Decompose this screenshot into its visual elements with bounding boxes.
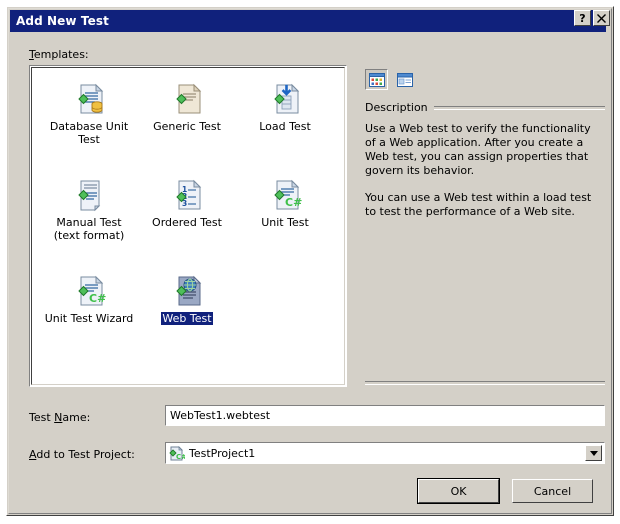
- template-item-unit-test[interactable]: C# Unit Test: [236, 172, 334, 268]
- test-project-label-after: dd to Test Project:: [36, 448, 135, 461]
- test-name-label-before: Test: [29, 411, 55, 424]
- templates-label: Templates:: [29, 48, 89, 61]
- csharp-project-icon: C#: [169, 446, 185, 461]
- titlebar[interactable]: Add New Test: [10, 10, 606, 32]
- template-item-load-test[interactable]: Load Test: [236, 76, 334, 172]
- template-label: Unit Test: [261, 216, 309, 229]
- database-unit-test-icon: [72, 82, 106, 116]
- test-name-input[interactable]: [165, 405, 605, 426]
- ordered-test-icon: 1 2 3: [170, 178, 204, 212]
- chevron-down-glyph: [589, 450, 598, 456]
- svg-text:C#: C#: [176, 453, 185, 461]
- list-view-icon: [396, 72, 413, 87]
- template-label: Load Test: [259, 120, 311, 133]
- description-paragraph-2: You can use a Web test within a load tes…: [365, 191, 592, 218]
- template-label: Manual Test (text format): [53, 216, 125, 242]
- template-item-manual-test[interactable]: Manual Test (text format): [40, 172, 138, 268]
- template-label: Web Test: [161, 312, 213, 325]
- templates-label-rest: emplates:: [33, 48, 89, 61]
- template-label: Database Unit Test: [49, 120, 129, 146]
- template-item-web-test[interactable]: Web Test: [138, 268, 236, 364]
- large-icons-icon: [368, 72, 385, 87]
- svg-text:C#: C#: [285, 196, 302, 209]
- close-glyph: [597, 13, 606, 23]
- test-project-label: Add to Test Project:: [29, 448, 135, 461]
- close-icon[interactable]: [593, 10, 610, 26]
- description-panel: Description Use a Web test to verify the…: [365, 65, 605, 383]
- manual-test-icon: [72, 178, 106, 212]
- description-paragraph-1: Use a Web test to verify the functionali…: [365, 122, 591, 177]
- test-name-label-after: ame:: [62, 411, 91, 424]
- generic-test-icon: [170, 82, 204, 116]
- chevron-down-icon[interactable]: [585, 445, 602, 461]
- web-test-icon: [170, 274, 204, 308]
- template-item-generic-test[interactable]: Generic Test: [138, 76, 236, 172]
- template-label: Unit Test Wizard: [44, 312, 134, 325]
- description-header: Description: [365, 101, 605, 114]
- template-item-ordered-test[interactable]: 1 2 3 Ordered Test: [138, 172, 236, 268]
- ok-button[interactable]: OK: [417, 478, 500, 504]
- description-title: Description: [365, 101, 428, 114]
- test-project-combobox[interactable]: C# TestProject1: [165, 442, 605, 464]
- help-icon[interactable]: ?: [574, 10, 591, 26]
- templates-listbox[interactable]: Database Unit Test Generic Test Load Tes…: [29, 65, 347, 387]
- dialog-title: Add New Test: [16, 14, 109, 28]
- template-item-unit-test-wizard[interactable]: C# Unit Test Wizard: [40, 268, 138, 364]
- unit-test-icon: C#: [268, 178, 302, 212]
- template-item-database-unit-test[interactable]: Database Unit Test: [40, 76, 138, 172]
- panel-separator: [365, 381, 605, 385]
- template-label: Ordered Test: [152, 216, 222, 229]
- description-rule: [433, 105, 605, 110]
- unit-test-wizard-icon: C#: [72, 274, 106, 308]
- test-project-value: TestProject1: [189, 446, 256, 460]
- cancel-button[interactable]: Cancel: [512, 479, 593, 503]
- add-new-test-dialog: Add New Test ? Templates: Database Unit …: [6, 6, 614, 516]
- templates-grid: Database Unit Test Generic Test Load Tes…: [40, 76, 336, 364]
- load-test-icon: [268, 82, 302, 116]
- view-mode-toolbar: [365, 69, 416, 90]
- test-name-label: Test Name:: [29, 411, 90, 424]
- description-body: Use a Web test to verify the functionali…: [365, 122, 601, 232]
- large-icons-view-button[interactable]: [365, 69, 388, 90]
- list-view-button[interactable]: [393, 69, 416, 90]
- svg-text:C#: C#: [89, 292, 106, 305]
- template-label: Generic Test: [153, 120, 221, 133]
